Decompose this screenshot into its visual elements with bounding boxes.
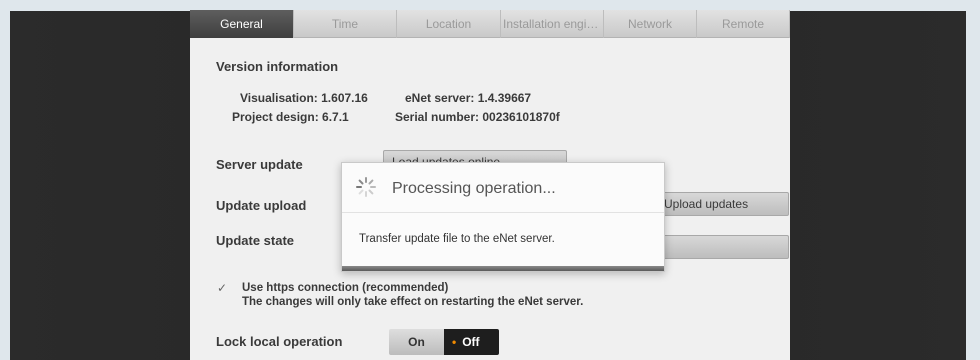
lock-local-toggle[interactable]: On • Off xyxy=(389,329,499,355)
tab-time[interactable]: Time xyxy=(294,10,397,38)
toggle-off-label: Off xyxy=(462,335,480,349)
visualisation-version: Visualisation: 1.607.16 xyxy=(240,91,368,105)
https-checkbox[interactable]: ✓ xyxy=(217,281,231,295)
tab-general[interactable]: General xyxy=(190,10,294,38)
dialog-progress-bar xyxy=(342,266,664,271)
https-option-note: The changes will only take effect on res… xyxy=(242,296,584,308)
tab-installation-engine[interactable]: Installation engine... xyxy=(501,10,604,38)
version-information-title: Version information xyxy=(216,59,339,74)
dialog-title: Processing operation... xyxy=(392,180,556,197)
server-update-label: Server update xyxy=(216,157,303,172)
update-state-label: Update state xyxy=(216,233,295,248)
https-option-text: Use https connection (recommended) The c… xyxy=(242,281,583,309)
dialog-header: Processing operation... xyxy=(342,163,664,213)
selected-dot-icon: • xyxy=(452,335,457,349)
lock-local-operation-label: Lock local operation xyxy=(216,334,343,349)
project-design-version: Project design: 6.7.1 xyxy=(232,110,349,124)
processing-dialog: Processing operation... Transfer update … xyxy=(341,162,665,272)
toggle-off-option[interactable]: • Off xyxy=(444,329,499,355)
tab-bar: General Time Location Installation engin… xyxy=(190,10,790,38)
https-option-label: Use https connection (recommended) xyxy=(242,282,449,294)
tab-location[interactable]: Location xyxy=(397,10,501,38)
update-upload-label: Update upload xyxy=(216,198,307,213)
dialog-message: Transfer update file to the eNet server. xyxy=(359,233,555,245)
enet-server-version: eNet server: 1.4.39667 xyxy=(405,91,532,105)
serial-number: Serial number: 00236101870f xyxy=(395,110,560,124)
tab-remote[interactable]: Remote xyxy=(697,10,790,38)
tab-network[interactable]: Network xyxy=(604,10,697,38)
loading-spinner-icon xyxy=(356,177,376,197)
toggle-on-option[interactable]: On xyxy=(389,329,444,355)
